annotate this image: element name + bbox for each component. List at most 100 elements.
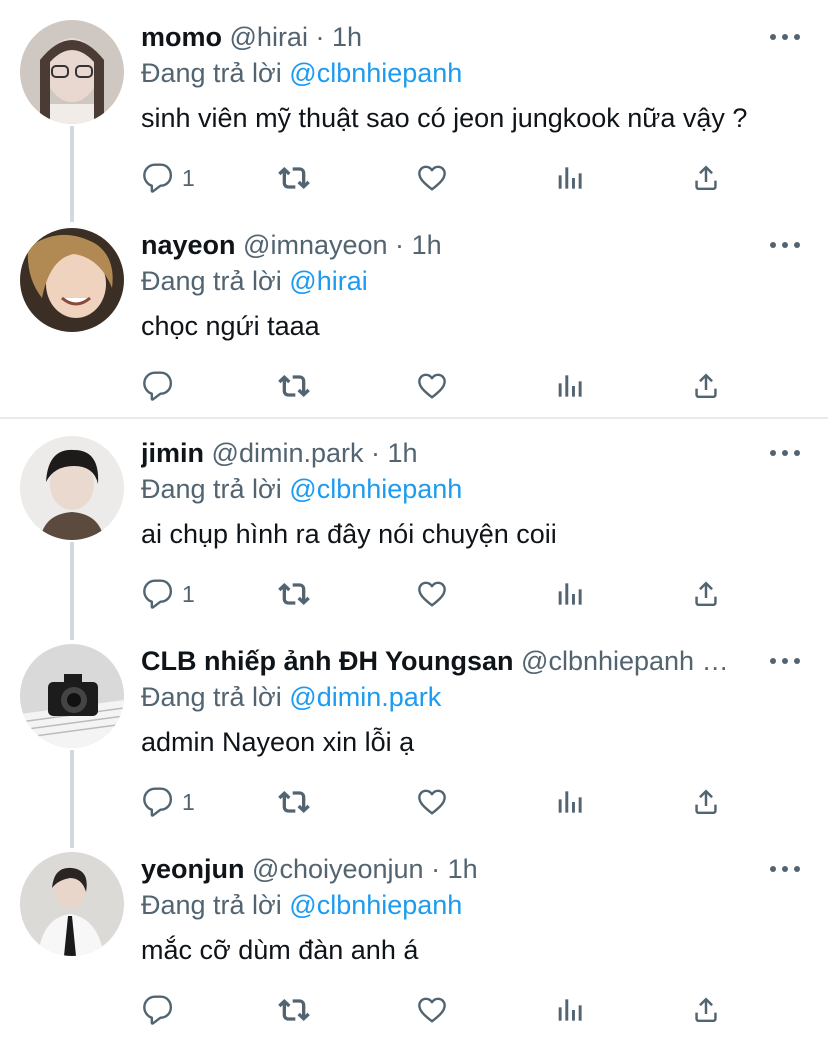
avatar[interactable]	[20, 228, 124, 332]
reply-button[interactable]	[142, 988, 182, 1032]
replying-to: Đang trả lời @clbnhiepanh	[141, 56, 462, 90]
tweet-actions: 1	[0, 572, 828, 616]
user-handle[interactable]: @dimin.park	[212, 438, 364, 468]
retweet-button[interactable]	[278, 572, 310, 616]
avatar[interactable]	[20, 436, 124, 540]
tweet-text: admin Nayeon xin lỗi ạ	[141, 727, 415, 757]
replying-to-mention[interactable]: @clbnhiepanh	[289, 474, 462, 504]
retweet-button[interactable]	[278, 156, 310, 200]
replying-to: Đang trả lời @hirai	[141, 264, 368, 298]
separator-dot: ·	[371, 438, 381, 468]
tweet-reply[interactable]: yeonjun @choiyeonjun · 1h Đang trả lời @…	[0, 832, 828, 1039]
replying-to-mention[interactable]: @clbnhiepanh	[289, 58, 462, 88]
replying-to-label: Đang trả lời	[141, 890, 282, 920]
reply-icon	[142, 578, 174, 610]
reply-count: 1	[182, 580, 195, 607]
share-icon	[690, 994, 722, 1026]
views-button[interactable]	[554, 780, 586, 824]
reply-button[interactable]: 1	[142, 156, 195, 200]
replying-to-mention[interactable]: @dimin.park	[289, 682, 441, 712]
more-options-button[interactable]	[770, 442, 800, 464]
reply-icon	[142, 786, 174, 818]
tweet-reply[interactable]: nayeon @imnayeon · 1h Đang trả lời @hira…	[0, 208, 828, 416]
tweet-reply[interactable]: momo @hirai · 1h Đang trả lời @clbnhiepa…	[0, 0, 828, 210]
display-name[interactable]: jimin	[141, 438, 204, 468]
retweet-icon	[278, 786, 310, 818]
share-button[interactable]	[690, 572, 722, 616]
views-button[interactable]	[554, 364, 586, 408]
replying-to-label: Đang trả lời	[141, 58, 282, 88]
replying-to-mention[interactable]: @clbnhiepanh	[289, 890, 462, 920]
reply-button[interactable]	[142, 364, 182, 408]
tweet-actions	[0, 988, 828, 1032]
reply-button[interactable]: 1	[142, 572, 195, 616]
tweet-text: mắc cỡ dùm đàn anh á	[141, 935, 419, 965]
more-options-button[interactable]	[770, 858, 800, 880]
tweet-actions: 1	[0, 780, 828, 824]
share-button[interactable]	[690, 364, 722, 408]
user-handle[interactable]: @hirai	[230, 22, 308, 52]
heart-icon	[416, 370, 448, 402]
like-button[interactable]	[416, 988, 448, 1032]
views-button[interactable]	[554, 156, 586, 200]
timestamp[interactable]: 1h	[412, 230, 442, 260]
share-button[interactable]	[690, 780, 722, 824]
views-button[interactable]	[554, 572, 586, 616]
share-button[interactable]	[690, 988, 722, 1032]
more-options-button[interactable]	[770, 234, 800, 256]
tweet-text: ai chụp hình ra đây nói chuyện coii	[141, 519, 557, 549]
like-button[interactable]	[416, 156, 448, 200]
timestamp[interactable]: 1h	[332, 22, 362, 52]
analytics-icon	[554, 786, 586, 818]
heart-icon	[416, 994, 448, 1026]
reply-icon	[142, 370, 174, 402]
display-name[interactable]: momo	[141, 22, 222, 52]
retweet-icon	[278, 994, 310, 1026]
display-name[interactable]: yeonjun	[141, 854, 245, 884]
analytics-icon	[554, 578, 586, 610]
tweet-reply[interactable]: CLB nhiếp ảnh ĐH Youngsan @clbnhiepanh ……	[0, 624, 828, 832]
share-icon	[690, 786, 722, 818]
tweet-header: momo @hirai · 1h	[141, 20, 768, 54]
reply-button[interactable]: 1	[142, 780, 195, 824]
replying-to-label: Đang trả lời	[141, 474, 282, 504]
tweet-actions	[0, 364, 828, 408]
tweet-header: yeonjun @choiyeonjun · 1h	[141, 852, 768, 886]
views-button[interactable]	[554, 988, 586, 1032]
analytics-icon	[554, 370, 586, 402]
retweet-button[interactable]	[278, 988, 310, 1032]
retweet-button[interactable]	[278, 364, 310, 408]
analytics-icon	[554, 162, 586, 194]
avatar[interactable]	[20, 852, 124, 956]
heart-icon	[416, 578, 448, 610]
timestamp[interactable]: 1h	[448, 854, 478, 884]
share-button[interactable]	[690, 156, 722, 200]
more-icon	[770, 450, 776, 456]
user-handle[interactable]: @choiyeonjun	[252, 854, 424, 884]
like-button[interactable]	[416, 364, 448, 408]
display-name[interactable]: nayeon	[141, 230, 236, 260]
avatar[interactable]	[20, 644, 124, 748]
more-options-button[interactable]	[770, 650, 800, 672]
like-button[interactable]	[416, 780, 448, 824]
timestamp[interactable]: 1h	[388, 438, 418, 468]
replying-to-mention[interactable]: @hirai	[289, 266, 367, 296]
retweet-icon	[278, 370, 310, 402]
share-icon	[690, 370, 722, 402]
heart-icon	[416, 786, 448, 818]
more-options-button[interactable]	[770, 26, 800, 48]
display-name[interactable]: CLB nhiếp ảnh ĐH Youngsan	[141, 646, 514, 676]
reply-icon	[142, 994, 174, 1026]
more-icon	[770, 34, 776, 40]
separator-dot: ·	[431, 854, 441, 884]
reply-count: 1	[182, 164, 195, 191]
user-handle[interactable]: @imnayeon	[243, 230, 387, 260]
retweet-button[interactable]	[278, 780, 310, 824]
tweet-reply[interactable]: jimin @dimin.park · 1h Đang trả lời @clb…	[0, 416, 828, 624]
tweet-actions: 1	[0, 156, 828, 200]
avatar[interactable]	[20, 20, 124, 124]
tweet-text: sinh viên mỹ thuật sao có jeon jungkook …	[141, 103, 748, 133]
user-handle[interactable]: @clbnhiepanh …	[521, 646, 729, 676]
like-button[interactable]	[416, 572, 448, 616]
analytics-icon	[554, 994, 586, 1026]
